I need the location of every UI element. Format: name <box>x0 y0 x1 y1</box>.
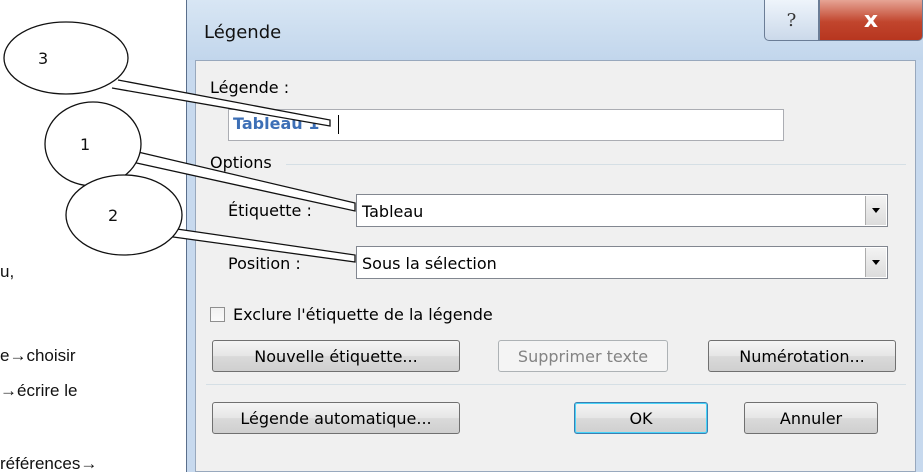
text-caret <box>338 115 339 134</box>
numbering-button[interactable]: Numérotation... <box>708 340 896 372</box>
cancel-button[interactable]: Annuler <box>744 402 878 434</box>
callout-number-2: 2 <box>108 206 118 225</box>
dialog-body: Légende : Tableau 1 Options Étiquette : … <box>195 60 916 472</box>
etiquette-dropdown[interactable]: Tableau <box>356 194 888 227</box>
position-dropdown-arrow[interactable] <box>865 248 886 277</box>
etiquette-label: Étiquette : <box>228 201 312 220</box>
callout-number-3: 3 <box>38 49 48 68</box>
exclude-label-text[interactable]: Exclure l'étiquette de la légende <box>233 305 493 324</box>
caption-label: Légende : <box>210 78 290 97</box>
callout-number-1: 1 <box>80 135 90 154</box>
etiquette-value: Tableau <box>362 202 424 221</box>
position-label: Position : <box>228 254 301 273</box>
exclude-label-checkbox[interactable] <box>210 307 225 322</box>
help-icon: ? <box>786 9 797 31</box>
options-divider <box>286 164 906 165</box>
delete-label-button[interactable]: Supprimer texte <box>498 340 668 372</box>
auto-caption-button[interactable]: Légende automatique... <box>212 402 460 434</box>
buttons-divider <box>206 384 906 385</box>
position-value: Sous la sélection <box>362 254 497 273</box>
doc-text-fragment: e→choisir <box>0 346 76 365</box>
dialog-titlebar: Légende ? x <box>187 0 923 60</box>
options-group-label: Options <box>210 153 272 172</box>
doc-text-fragment: références→ <box>0 454 98 473</box>
close-icon: x <box>863 7 879 33</box>
doc-text-fragment: u, <box>0 262 15 281</box>
new-label-button[interactable]: Nouvelle étiquette... <box>212 340 460 372</box>
caption-input[interactable]: Tableau 1 <box>228 109 784 141</box>
position-dropdown[interactable]: Sous la sélection <box>356 246 888 279</box>
close-button[interactable]: x <box>819 0 923 41</box>
doc-text-fragment: →écrire le <box>0 381 78 400</box>
caption-dialog: Légende ? x Légende : Tableau 1 Options … <box>186 0 923 472</box>
help-button[interactable]: ? <box>764 0 819 41</box>
etiquette-dropdown-arrow[interactable] <box>865 196 886 225</box>
ok-button[interactable]: OK <box>574 402 708 434</box>
caption-value: Tableau 1 <box>233 114 320 133</box>
chevron-down-icon <box>872 208 880 213</box>
dialog-title: Légende <box>204 22 282 43</box>
chevron-down-icon <box>872 260 880 265</box>
